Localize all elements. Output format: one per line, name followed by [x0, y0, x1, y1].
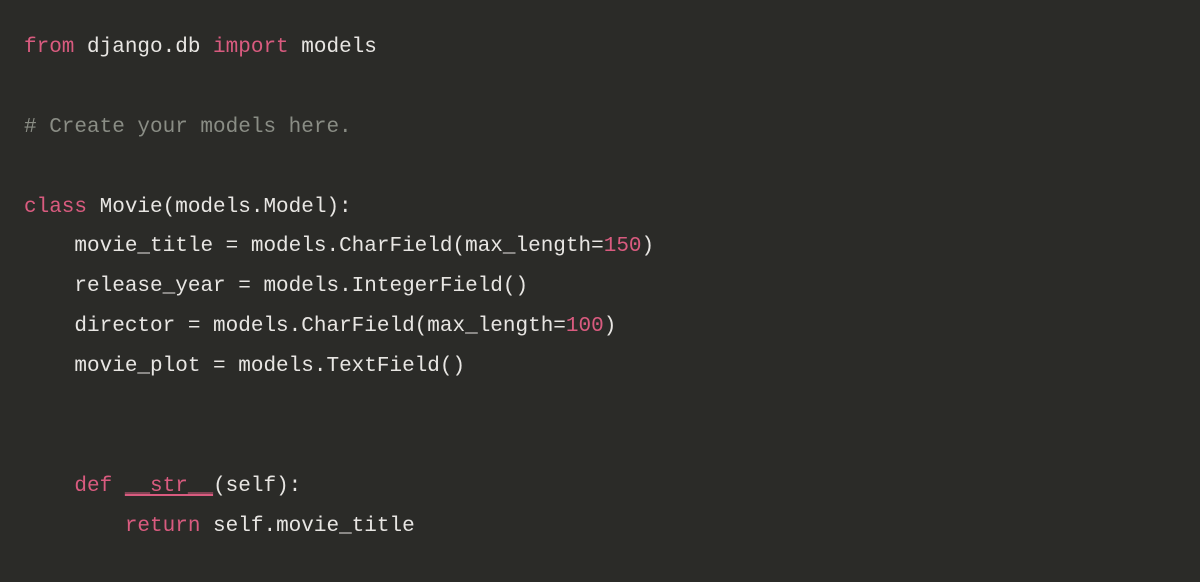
- indent: [24, 355, 74, 378]
- keyword-from: from: [24, 36, 74, 59]
- number-literal: 150: [604, 235, 642, 258]
- field-director: director = models.CharField(max_length=: [74, 315, 565, 338]
- indent: [24, 315, 74, 338]
- code-line-7: release_year = models.IntegerField(): [24, 275, 528, 298]
- code-line-3: # Create your models here.: [24, 116, 352, 139]
- paren-close: ): [642, 235, 655, 258]
- class-declaration: Movie(models.Model):: [87, 196, 352, 219]
- method-params: (self):: [213, 475, 301, 498]
- code-line-1: from django.db import models: [24, 36, 377, 59]
- field-movie-plot: movie_plot = models.TextField(): [74, 355, 465, 378]
- dunder-str: __str__: [125, 475, 213, 498]
- paren-close: ): [604, 315, 617, 338]
- return-expression: self.movie_title: [200, 515, 414, 538]
- code-line-5: class Movie(models.Model):: [24, 196, 352, 219]
- keyword-class: class: [24, 196, 87, 219]
- indent: [24, 275, 74, 298]
- code-line-12: def __str__(self):: [24, 475, 301, 498]
- space: [112, 475, 125, 498]
- keyword-return: return: [125, 515, 201, 538]
- field-release-year: release_year = models.IntegerField(): [74, 275, 528, 298]
- code-line-9: movie_plot = models.TextField(): [24, 355, 465, 378]
- code-line-8: director = models.CharField(max_length=1…: [24, 315, 616, 338]
- indent: [24, 235, 74, 258]
- indent: [24, 515, 125, 538]
- indent: [24, 475, 74, 498]
- code-line-13: return self.movie_title: [24, 515, 415, 538]
- code-line-6: movie_title = models.CharField(max_lengt…: [24, 235, 654, 258]
- code-editor[interactable]: from django.db import models # Create yo…: [24, 28, 1176, 547]
- field-movie-title: movie_title = models.CharField(max_lengt…: [74, 235, 603, 258]
- import-names: models: [289, 36, 377, 59]
- module-name: django.db: [74, 36, 213, 59]
- keyword-import: import: [213, 36, 289, 59]
- comment: # Create your models here.: [24, 116, 352, 139]
- number-literal: 100: [566, 315, 604, 338]
- keyword-def: def: [74, 475, 112, 498]
